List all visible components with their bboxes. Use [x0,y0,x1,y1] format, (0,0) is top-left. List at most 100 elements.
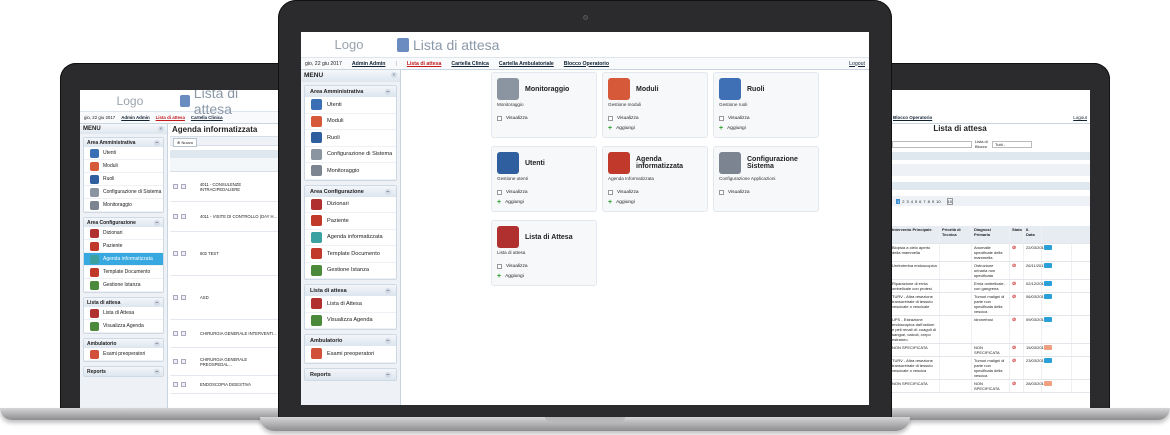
menu-group-header[interactable]: Area Amministrativa − [305,86,396,97]
menu-group-header[interactable]: Reports − [84,367,163,376]
collapse-icon[interactable]: − [385,288,391,294]
sidebar-item-configurazione-di-sistema[interactable]: Configurazione di Sistema [84,186,163,199]
sidebar-item-esami-preoperatori[interactable]: Esami preoperatori [305,346,396,363]
menu-group-header[interactable]: Area Amministrativa − [84,138,163,147]
tile-action-visualizza[interactable]: Visualizza [608,187,702,197]
page-size-select[interactable]: 10 [946,197,954,205]
menu-group-header[interactable]: Area Configurazione − [305,185,396,197]
filter-select[interactable]: Tutti - [992,140,1032,148]
logout-link[interactable]: Logout [1073,115,1087,120]
edit-icon[interactable] [173,251,178,256]
tile-action-visualizza[interactable]: Visualizza [719,187,813,197]
collapse-icon[interactable]: − [154,140,160,146]
collapse-icon[interactable]: ‹ [391,72,397,78]
collapse-icon[interactable]: − [154,341,160,347]
menu-group-header[interactable]: Lista di attesa − [84,298,163,307]
action-cell[interactable] [1042,344,1072,356]
action-cell[interactable] [1042,316,1072,343]
sidebar-item-visualizza-agenda[interactable]: Visualizza Agenda [305,313,396,329]
table-row[interactable]: NON SPECIFICATA NON SPECIFICATA ⊘ 15/03/201… [890,344,1090,357]
collapse-icon[interactable]: − [154,300,160,306]
tile-action-aggiungi[interactable]: + Aggiungi [608,197,702,207]
sidebar-item-moduli[interactable]: Moduli [84,160,163,173]
menu-group-header[interactable]: Ambulatorio − [84,339,163,348]
page-link[interactable]: 9 [932,199,934,204]
table-row[interactable]: Uretroterina endoscopica Ostruzione urina… [890,262,1090,280]
table-row[interactable]: TURV - Altra resezione transuretrale di … [890,293,1090,316]
check-icon[interactable] [181,214,186,219]
logout-link[interactable]: Logout [849,61,865,67]
action-cell[interactable] [1042,293,1072,315]
tile-action-visualizza[interactable]: Visualizza [497,113,591,123]
sidebar-item-template-documento[interactable]: Template Documento [305,246,396,263]
action-cell[interactable] [1042,244,1072,261]
page-link[interactable]: 10 [936,199,940,204]
sidebar-item-esami-preoperatori[interactable]: Esami preoperatori [84,348,163,361]
table-row[interactable]: TURV - Altra resezione transuretrale di … [890,357,1090,380]
sidebar-item-visualizza-agenda[interactable]: Visualizza Agenda [84,320,163,333]
check-icon[interactable] [181,382,186,387]
menu-group-header[interactable]: Lista di attesa − [305,285,396,296]
edit-icon[interactable] [173,295,178,300]
menu-group-header[interactable]: Ambulatorio − [305,335,396,346]
action-cell[interactable] [1042,380,1072,392]
tile-action-aggiungi[interactable]: + Aggiungi [608,123,702,133]
column-header[interactable]: Priorità di Tecnica [940,226,972,243]
check-icon[interactable] [181,331,186,336]
check-icon[interactable] [181,251,186,256]
nav-cartella-ambulatoriale[interactable]: Cartella Ambulatoriale [499,61,554,67]
tile-action-visualizza[interactable]: Visualizza [719,113,813,123]
edit-icon[interactable] [173,359,178,364]
edit-icon[interactable] [173,382,178,387]
check-icon[interactable] [180,359,186,364]
page-link[interactable]: 5 [915,199,917,204]
table-row[interactable]: UPS - Estrazione endoscopica dall'ostium… [890,316,1090,344]
action-cell[interactable] [1042,357,1072,379]
page-link[interactable]: 4 [911,199,913,204]
sidebar-item-agenda-informatizzata[interactable]: Agenda informatizzata [305,230,396,246]
collapse-icon[interactable]: − [154,220,160,226]
collapse-icon[interactable]: − [385,188,391,195]
sidebar-item-ruoli[interactable]: Ruoli [305,130,396,147]
sidebar-item-agenda-informatizzata[interactable]: Agenda informatizzata [84,253,163,266]
nav-blocco-operatorio[interactable]: Blocco Operatorio [564,61,609,67]
edit-icon[interactable] [173,214,178,219]
page-link[interactable]: 7 [923,199,925,204]
sidebar-item-configurazione-di-sistema[interactable]: Configurazione di Sistema [305,147,396,163]
sidebar-item-utenti[interactable]: Utenti [84,147,163,160]
table-row[interactable]: Riparazione di ernia ombelicale con prot… [890,280,1090,293]
sidebar-item-ruoli[interactable]: Ruoli [84,173,163,186]
collapse-icon[interactable]: − [385,371,391,378]
sidebar-item-paziente[interactable]: Paziente [305,213,396,230]
tile-action-visualizza[interactable]: Visualizza [497,261,591,271]
sidebar-item-template-documento[interactable]: Template Documento [84,266,163,279]
sidebar-item-dizionari[interactable]: Dizionari [84,227,163,240]
sidebar-item-utenti[interactable]: Utenti [305,97,396,114]
column-header[interactable]: Stato [1010,226,1024,243]
collapse-icon[interactable]: − [385,89,391,95]
sidebar-item-paziente[interactable]: Paziente [84,240,163,253]
sidebar-item-gestione-istanza[interactable]: Gestione Istanza [305,263,396,279]
nav-lista-attesa[interactable]: Lista di attesa [156,115,185,120]
tile-action-aggiungi[interactable]: + Aggiungi [497,197,591,207]
page-link[interactable]: 6 [919,199,921,204]
sidebar-item-monitoraggio[interactable]: Monitoraggio [305,163,396,180]
collapse-icon[interactable]: − [385,338,391,344]
nav-cartella-clinica[interactable]: Cartella Clinica [191,115,223,120]
tile-action-aggiungi[interactable]: + Aggiungi [719,123,813,133]
check-icon[interactable] [181,295,186,300]
user-link[interactable]: Admin Admin [121,115,149,120]
nav-cartella-clinica[interactable]: Cartella Clinica [451,61,488,67]
sidebar-item-dizionari[interactable]: Dizionari [305,197,396,213]
check-icon[interactable] [180,184,186,189]
column-header[interactable]: Il. Data [1024,226,1042,243]
sidebar-item-lista-di-attesa[interactable]: Lista di Attesa [84,307,163,320]
new-button[interactable]: ⊕ Nuovo [173,138,198,147]
tile-action-visualizza[interactable]: Visualizza [608,113,702,123]
table-row[interactable]: Biopsia a cielo aperto della mammella Ano… [890,244,1090,262]
tile-action-visualizza[interactable]: Visualizza [497,187,591,197]
menu-group-header[interactable]: Reports − [305,368,396,380]
sidebar-item-monitoraggio[interactable]: Monitoraggio [84,199,163,212]
edit-icon[interactable] [173,184,178,189]
sidebar-item-lista-di-attesa[interactable]: Lista di Attesa [305,296,396,313]
